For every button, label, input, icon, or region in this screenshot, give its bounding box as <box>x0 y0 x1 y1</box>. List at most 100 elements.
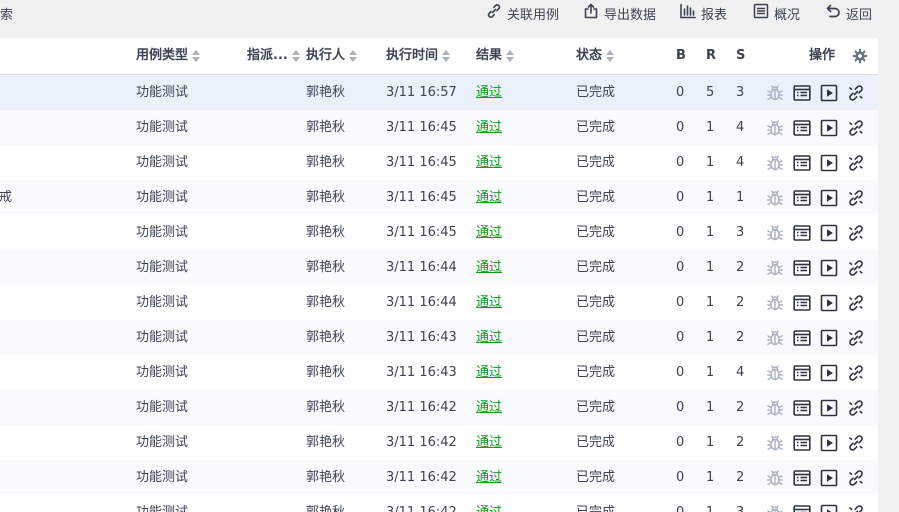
report-bug-button[interactable] <box>765 363 785 383</box>
column-header-type[interactable]: 用例类型 <box>136 38 201 74</box>
status-cell: 已完成 <box>576 470 616 485</box>
row-actions <box>765 293 866 313</box>
result-link[interactable]: 通过 <box>476 250 502 285</box>
link-case-button[interactable] <box>846 363 866 383</box>
link-case-button[interactable] <box>846 118 866 138</box>
link-case-button[interactable] <box>846 328 866 348</box>
table-row[interactable]: 功能测试 郭艳秋 3/11 16:44 通过 已完成 0 1 2 <box>0 285 878 321</box>
case-type-cell: 功能测试 <box>136 435 189 450</box>
report-bug-button[interactable] <box>765 328 785 348</box>
link-cases-button[interactable]: 关联用例 <box>485 3 559 23</box>
column-header-executor[interactable]: 执行人 <box>306 38 358 74</box>
run-case-button[interactable] <box>819 363 839 383</box>
result-link[interactable]: 通过 <box>476 425 502 460</box>
run-case-button[interactable] <box>819 153 839 173</box>
table-row[interactable]: 功能测试 郭艳秋 3/11 16:42 通过 已完成 0 1 2 <box>0 390 878 426</box>
report-button[interactable]: 报表 <box>679 3 727 23</box>
link-case-button[interactable] <box>846 258 866 278</box>
back-label: 返回 <box>846 7 873 23</box>
result-link[interactable]: 通过 <box>476 180 502 215</box>
run-case-button[interactable] <box>819 398 839 418</box>
link-icon <box>485 2 503 24</box>
result-link[interactable]: 通过 <box>476 320 502 355</box>
link-case-button[interactable] <box>846 433 866 453</box>
view-details-button[interactable] <box>792 223 812 243</box>
report-bug-button[interactable] <box>765 503 785 512</box>
row-actions <box>765 223 866 243</box>
result-link[interactable]: 通过 <box>476 390 502 425</box>
export-data-button[interactable]: 导出数据 <box>582 3 656 23</box>
view-details-button[interactable] <box>792 293 812 313</box>
table-row[interactable]: 功能测试 郭艳秋 3/11 16:45 通过 已完成 0 1 4 <box>0 145 878 181</box>
view-details-button[interactable] <box>792 258 812 278</box>
view-details-button[interactable] <box>792 188 812 208</box>
report-bug-button[interactable] <box>765 468 785 488</box>
view-details-button[interactable] <box>792 503 812 512</box>
report-bug-button[interactable] <box>765 153 785 173</box>
link-case-button[interactable] <box>846 293 866 313</box>
link-case-button[interactable] <box>846 398 866 418</box>
table-row[interactable]: 功能测试 郭艳秋 3/11 16:42 通过 已完成 0 1 2 <box>0 425 878 461</box>
view-details-button[interactable] <box>792 433 812 453</box>
column-header-status[interactable]: 状态 <box>576 38 615 74</box>
result-link[interactable]: 通过 <box>476 355 502 390</box>
result-link[interactable]: 通过 <box>476 110 502 145</box>
table-row[interactable]: 功能测试 郭艳秋 3/11 16:45 通过 已完成 0 1 4 <box>0 110 878 146</box>
link-case-button[interactable] <box>846 503 866 512</box>
report-bug-button[interactable] <box>765 293 785 313</box>
column-header-time[interactable]: 执行时间 <box>386 38 451 74</box>
run-case-button[interactable] <box>819 188 839 208</box>
table-row[interactable]: 功能测试 郭艳秋 3/11 16:43 通过 已完成 0 1 4 <box>0 355 878 391</box>
table-row[interactable]: 功能测试 郭艳秋 3/11 16:42 通过 已完成 0 1 3 <box>0 495 878 512</box>
result-link[interactable]: 通过 <box>476 145 502 180</box>
result-link[interactable]: 通过 <box>476 495 502 512</box>
table-row[interactable]: 功能测试 郭艳秋 3/11 16:44 通过 已完成 0 1 2 <box>0 250 878 286</box>
result-link[interactable]: 通过 <box>476 285 502 320</box>
report-bug-button[interactable] <box>765 258 785 278</box>
table-row[interactable]: 戒 功能测试 郭艳秋 3/11 16:45 通过 已完成 0 1 1 <box>0 180 878 216</box>
run-case-button[interactable] <box>819 468 839 488</box>
table-row[interactable]: 功能测试 郭艳秋 3/11 16:42 通过 已完成 0 1 2 <box>0 460 878 496</box>
run-case-button[interactable] <box>819 293 839 313</box>
view-details-button[interactable] <box>792 153 812 173</box>
link-case-button[interactable] <box>846 83 866 103</box>
view-details-button[interactable] <box>792 83 812 103</box>
column-header-assigned[interactable]: 指派... <box>247 38 300 74</box>
result-link[interactable]: 通过 <box>476 215 502 250</box>
column-header-r: R <box>706 48 717 63</box>
table-row[interactable]: 功能测试 郭艳秋 3/11 16:43 通过 已完成 0 1 2 <box>0 320 878 356</box>
view-details-button[interactable] <box>792 118 812 138</box>
column-header-result[interactable]: 结果 <box>476 38 515 74</box>
run-case-button[interactable] <box>819 83 839 103</box>
run-case-button[interactable] <box>819 433 839 453</box>
link-case-button[interactable] <box>846 468 866 488</box>
report-bug-button[interactable] <box>765 118 785 138</box>
result-link[interactable]: 通过 <box>476 460 502 495</box>
link-case-button[interactable] <box>846 188 866 208</box>
back-button[interactable]: 返回 <box>824 3 872 23</box>
table-row[interactable]: 功能测试 郭艳秋 3/11 16:45 通过 已完成 0 1 3 <box>0 215 878 251</box>
link-icon <box>846 293 866 313</box>
run-case-button[interactable] <box>819 118 839 138</box>
view-details-button[interactable] <box>792 468 812 488</box>
report-bug-button[interactable] <box>765 188 785 208</box>
view-details-button[interactable] <box>792 363 812 383</box>
view-details-button[interactable] <box>792 328 812 348</box>
report-bug-button[interactable] <box>765 398 785 418</box>
gear-icon[interactable] <box>852 48 868 64</box>
report-bug-button[interactable] <box>765 83 785 103</box>
link-case-button[interactable] <box>846 153 866 173</box>
overview-button[interactable]: 概况 <box>752 3 800 23</box>
table-row[interactable]: 功能测试 郭艳秋 3/11 16:57 通过 已完成 0 5 3 <box>0 75 878 111</box>
exec-time-cell: 3/11 16:45 <box>386 190 457 205</box>
report-bug-button[interactable] <box>765 223 785 243</box>
report-bug-button[interactable] <box>765 433 785 453</box>
run-case-button[interactable] <box>819 503 839 512</box>
run-case-button[interactable] <box>819 223 839 243</box>
result-link[interactable]: 通过 <box>476 75 502 110</box>
view-details-button[interactable] <box>792 398 812 418</box>
run-case-button[interactable] <box>819 328 839 348</box>
r-count-cell: 1 <box>706 155 715 170</box>
link-case-button[interactable] <box>846 223 866 243</box>
run-case-button[interactable] <box>819 258 839 278</box>
